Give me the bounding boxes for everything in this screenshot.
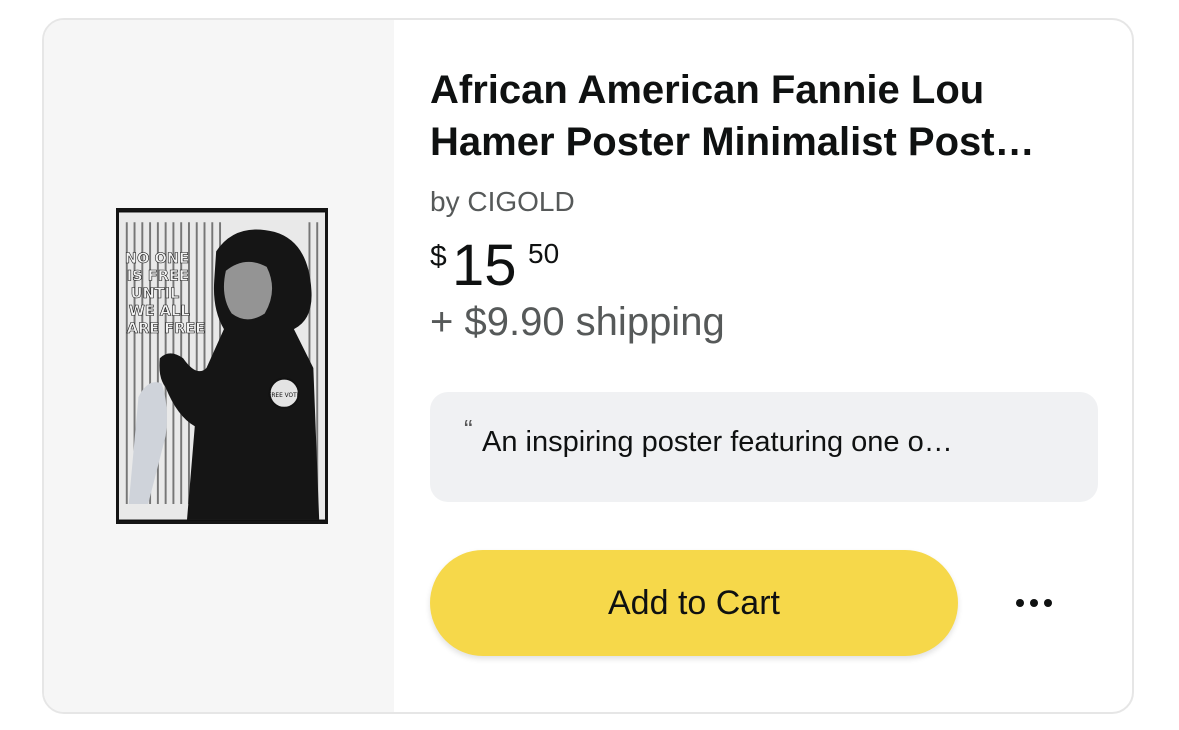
product-image-panel[interactable]: NO ONE IS FREE UNTIL WE ALL ARE FREE FRE…: [44, 20, 394, 712]
price-symbol: $: [430, 240, 447, 273]
product-poster-image[interactable]: NO ONE IS FREE UNTIL WE ALL ARE FREE FRE…: [116, 208, 328, 524]
product-title-line: African American Fannie Lou: [430, 68, 985, 112]
product-info: African American Fannie Lou Hamer Poster…: [430, 64, 1110, 345]
poster-text-line: NO ONE: [125, 250, 189, 267]
more-options-icon[interactable]: [1004, 580, 1064, 626]
dot: [1044, 599, 1052, 607]
product-card[interactable]: NO ONE IS FREE UNTIL WE ALL ARE FREE FRE…: [42, 18, 1134, 714]
poster-text-line: UNTIL: [131, 285, 180, 302]
poster-text-line: IS FREE: [127, 267, 189, 284]
dot: [1016, 599, 1024, 607]
review-snippet[interactable]: “ An inspiring poster featuring one o…: [430, 392, 1098, 502]
review-text: An inspiring poster featuring one o…: [482, 426, 953, 458]
price-whole: 15: [452, 233, 517, 298]
poster-text-line: WE ALL: [129, 302, 190, 319]
poster-artwork: NO ONE IS FREE UNTIL WE ALL ARE FREE FRE…: [119, 212, 325, 520]
product-price: $ 15 50: [430, 232, 1110, 298]
dot: [1030, 599, 1038, 607]
quote-mark-icon: “: [464, 414, 473, 444]
add-to-cart-button[interactable]: Add to Cart: [430, 550, 958, 656]
price-fraction: 50: [528, 238, 560, 269]
product-title-line: Hamer Poster Minimalist Post…: [430, 120, 1035, 164]
poster-text-line: ARE FREE: [127, 320, 206, 337]
shipping-cost: + $9.90 shipping: [430, 300, 725, 344]
product-title[interactable]: African American Fannie Lou Hamer Poster…: [430, 64, 1100, 168]
poster-badge-text: FREE VOTE: [268, 393, 301, 399]
product-byline[interactable]: by CIGOLD: [430, 186, 1110, 218]
